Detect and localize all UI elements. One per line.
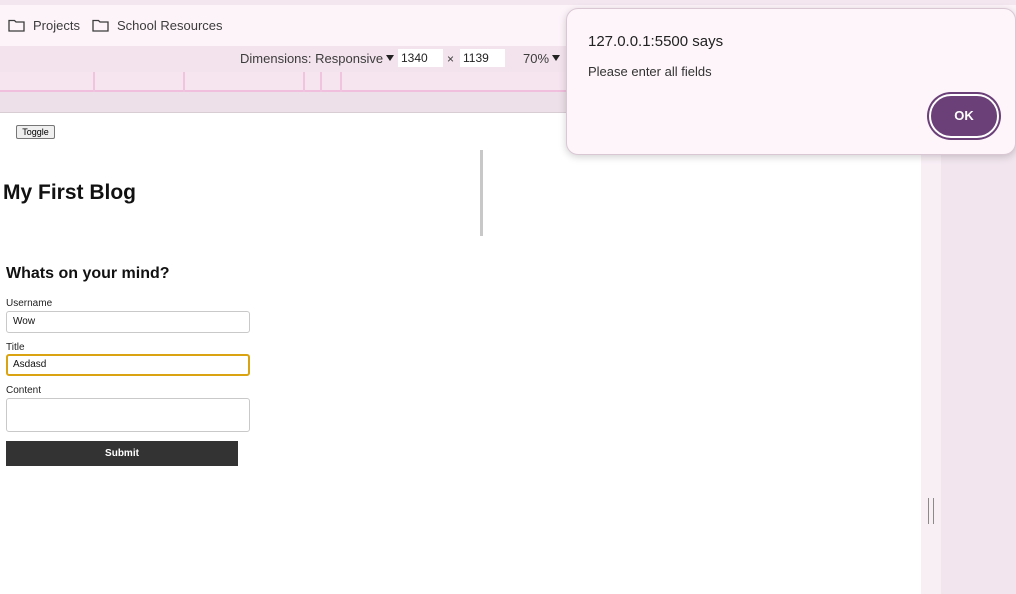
- folder-icon: [92, 19, 109, 32]
- content-label: Content: [6, 385, 42, 396]
- height-input[interactable]: 1139: [460, 49, 505, 67]
- submit-button[interactable]: Submit: [6, 441, 238, 466]
- bookmark-label: School Resources: [117, 17, 223, 33]
- toggle-button[interactable]: Toggle: [16, 125, 55, 139]
- bookmark-projects[interactable]: Projects: [8, 15, 80, 35]
- caret-down-icon: [386, 55, 395, 61]
- media-query-marker[interactable]: [183, 72, 185, 92]
- media-query-marker[interactable]: [93, 72, 95, 92]
- viewport-background: [941, 113, 1016, 594]
- blog-title: My First Blog: [3, 181, 137, 204]
- caret-down-icon: [552, 55, 561, 61]
- zoom-dropdown[interactable]: 70%: [523, 51, 561, 66]
- times-separator: ×: [447, 52, 455, 66]
- zoom-label: 70%: [523, 51, 550, 66]
- username-label: Username: [6, 298, 53, 309]
- resize-handle[interactable]: [928, 498, 934, 524]
- content-textarea[interactable]: [6, 398, 250, 432]
- username-input[interactable]: Wow: [6, 311, 250, 333]
- media-query-marker[interactable]: [303, 72, 305, 92]
- alert-dialog: 127.0.0.1:5500 says Please enter all fie…: [566, 8, 1016, 155]
- dimensions-dropdown[interactable]: Dimensions: Responsive: [240, 51, 395, 66]
- media-query-marker[interactable]: [320, 72, 322, 92]
- title-input[interactable]: Asdasd: [6, 354, 250, 376]
- page-viewport: Toggle My First Blog Whats on your mind?…: [0, 113, 921, 594]
- folder-icon: [8, 19, 25, 32]
- dimensions-label: Dimensions: Responsive: [240, 51, 384, 66]
- form-heading: Whats on your mind?: [6, 265, 170, 282]
- ok-button[interactable]: OK: [929, 94, 999, 138]
- bookmark-school-resources[interactable]: School Resources: [92, 15, 223, 35]
- vertical-divider: [480, 150, 483, 236]
- bookmark-label: Projects: [33, 17, 80, 33]
- dialog-origin: 127.0.0.1:5500 says: [588, 33, 724, 50]
- dialog-message: Please enter all fields: [588, 64, 712, 79]
- title-label: Title: [6, 342, 25, 353]
- media-query-marker[interactable]: [340, 72, 342, 92]
- width-input[interactable]: 1340: [398, 49, 443, 67]
